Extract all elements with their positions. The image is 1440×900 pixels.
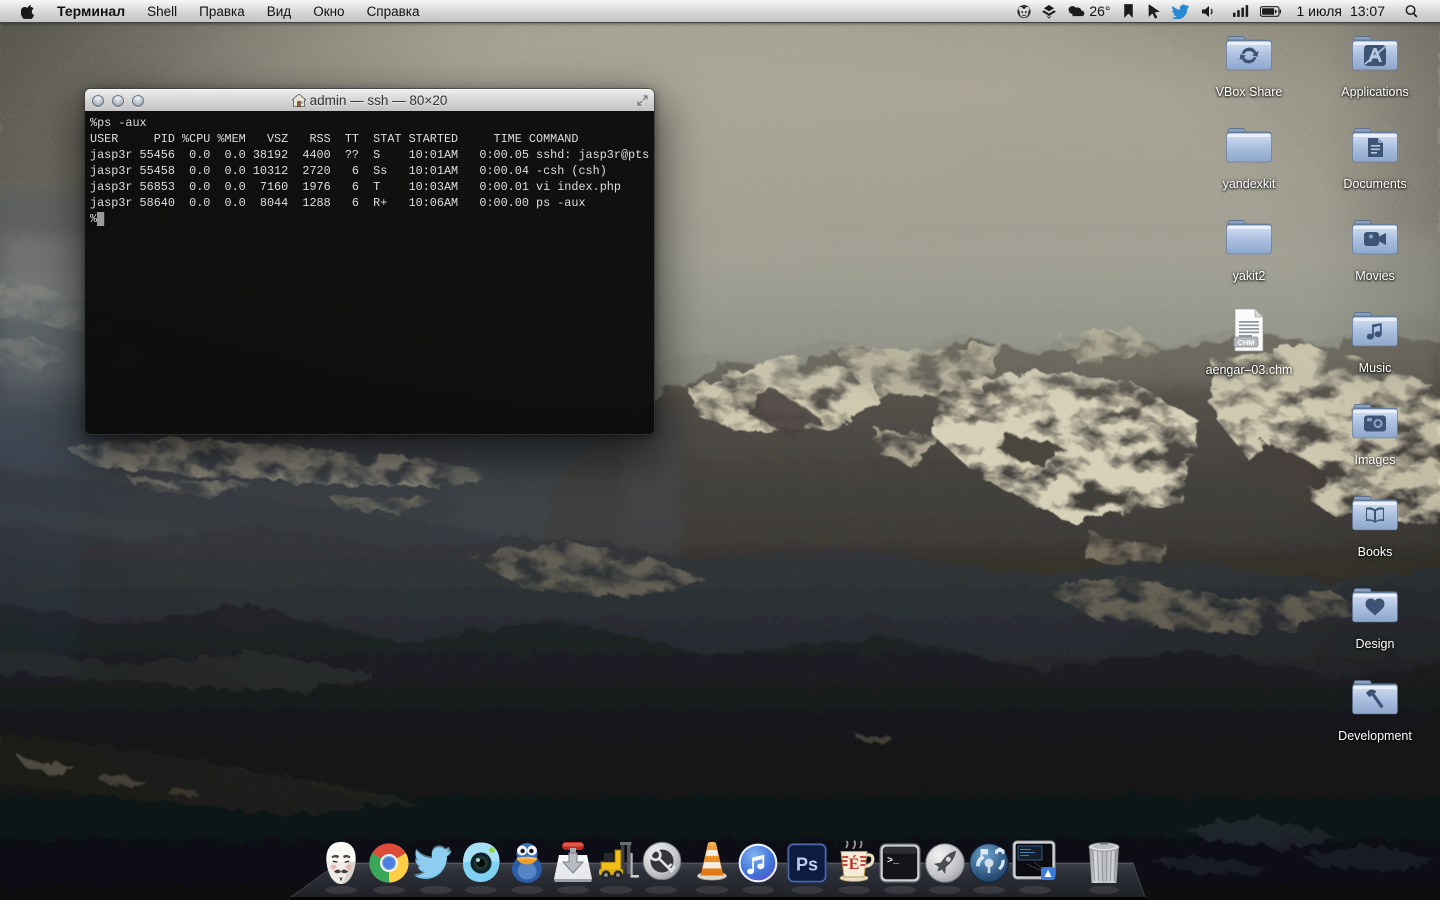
svg-text:CHM: CHM: [1237, 338, 1254, 347]
svg-text:Ps: Ps: [796, 855, 818, 875]
svg-text:>_: >_: [887, 856, 900, 867]
svg-text:É: É: [849, 854, 860, 873]
